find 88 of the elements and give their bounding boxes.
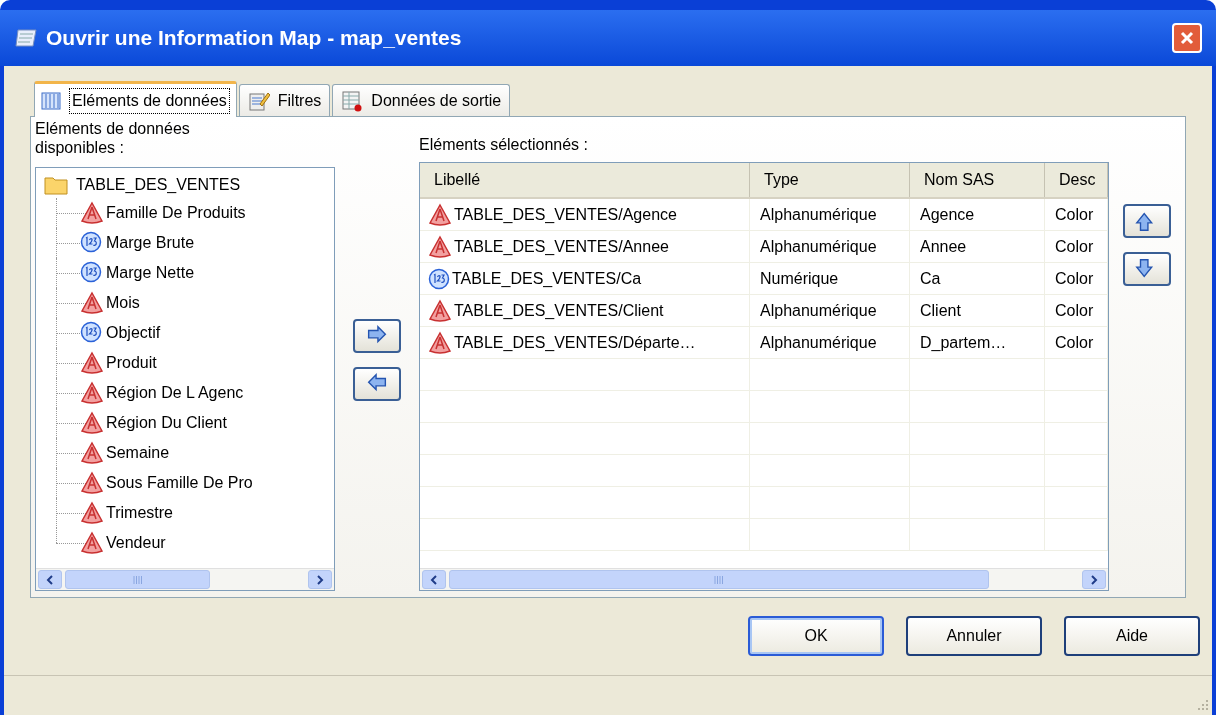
- triangle-icon: [80, 441, 104, 465]
- selected-items-label: Eléments sélectionnés :: [419, 135, 589, 155]
- table-cell: Alphanumérique: [750, 295, 910, 326]
- available-items-label: Eléments de données disponibles :: [35, 119, 191, 158]
- column-header[interactable]: Desc: [1045, 163, 1108, 197]
- tree-item[interactable]: TABLE_DES_VENTES: [76, 173, 241, 197]
- triangle-icon: [80, 411, 104, 435]
- table-cell: Client: [910, 295, 1045, 326]
- down-arrow-button[interactable]: [1123, 252, 1171, 286]
- folder-icon: [44, 175, 68, 195]
- columns-icon: [41, 91, 61, 110]
- tree-item[interactable]: Marge Brute: [106, 231, 195, 255]
- scroll-right-button[interactable]: [308, 570, 332, 589]
- table-cell: Agence: [910, 199, 1045, 230]
- tree-item[interactable]: Marge Nette: [106, 261, 195, 285]
- triangle-icon: [80, 531, 104, 555]
- numeric-circle-icon: [428, 267, 450, 290]
- table-dot-icon: [341, 89, 364, 112]
- horizontal-scrollbar[interactable]: [36, 568, 334, 590]
- table-cell: Annee: [910, 231, 1045, 262]
- triangle-icon: [80, 351, 104, 375]
- table-cell: Color: [1045, 231, 1108, 262]
- column-header[interactable]: Nom SAS: [910, 163, 1045, 197]
- triangle-icon: [80, 471, 104, 495]
- right-arrow-button[interactable]: [353, 319, 401, 353]
- table-cell: D_partem…: [910, 327, 1045, 358]
- triangle-icon: [428, 330, 452, 355]
- table-cell: Alphanumérique: [750, 199, 910, 230]
- resize-grip-icon: [1195, 698, 1209, 712]
- tree-item[interactable]: Produit: [106, 351, 157, 375]
- scroll-thumb[interactable]: [65, 570, 210, 589]
- table-cell: TABLE_DES_VENTES/Annee: [420, 231, 750, 262]
- dialog-button[interactable]: Aide: [1064, 616, 1200, 656]
- left-arrow-button[interactable]: [353, 367, 401, 401]
- triangle-icon: [428, 234, 452, 259]
- numeric-circle-icon: [80, 231, 102, 253]
- table-cell: Color: [1045, 199, 1108, 230]
- tree-item[interactable]: Région Du Client: [106, 411, 227, 435]
- table-cell: TABLE_DES_VENTES/Client: [420, 295, 750, 326]
- tab[interactable]: Eléments de données: [34, 81, 237, 117]
- table-cell: Numérique: [750, 263, 910, 294]
- tree-item[interactable]: Vendeur: [106, 531, 166, 555]
- table-cell: Color: [1045, 263, 1108, 294]
- triangle-icon: [428, 202, 452, 227]
- tree-item[interactable]: Trimestre: [106, 501, 173, 525]
- tree-item[interactable]: Famille De Produits: [106, 201, 246, 225]
- scroll-right-button[interactable]: [1082, 570, 1106, 589]
- column-header[interactable]: Libellé: [420, 163, 750, 197]
- scroll-left-button[interactable]: [422, 570, 446, 589]
- tree-item[interactable]: Objectif: [106, 321, 161, 345]
- close-icon: [1179, 30, 1195, 46]
- numeric-circle-icon: [80, 261, 102, 283]
- dialog-button[interactable]: Annuler: [906, 616, 1042, 656]
- table-cell: TABLE_DES_VENTES/Départe…: [420, 327, 750, 358]
- triangle-icon: [428, 298, 452, 323]
- tree-item[interactable]: Région De L Agenc: [106, 381, 244, 405]
- triangle-icon: [80, 501, 104, 525]
- numeric-circle-icon: [80, 321, 102, 343]
- triangle-icon: [80, 201, 104, 225]
- right-chevron-icon: [1090, 574, 1098, 585]
- grip-icon: [132, 575, 143, 584]
- right-chevron-icon: [316, 574, 324, 585]
- tree-item[interactable]: Mois: [106, 291, 140, 315]
- tree-item[interactable]: Semaine: [106, 441, 170, 465]
- triangle-icon: [80, 291, 104, 315]
- window-icon: [14, 27, 38, 49]
- grip-icon: [714, 575, 724, 584]
- window-title: Ouvrir une Information Map - map_ventes: [46, 25, 463, 52]
- close-button[interactable]: [1172, 23, 1202, 53]
- left-chevron-icon: [46, 574, 54, 585]
- table-cell: Ca: [910, 263, 1045, 294]
- table-cell: Alphanumérique: [750, 231, 910, 262]
- table-cell: Alphanumérique: [750, 327, 910, 358]
- table-cell: TABLE_DES_VENTES/Ca: [420, 263, 750, 294]
- table-cell: Color: [1045, 295, 1108, 326]
- triangle-icon: [80, 381, 104, 405]
- dialog-button[interactable]: OK: [748, 616, 884, 656]
- up-arrow-button[interactable]: [1123, 204, 1171, 238]
- tab[interactable]: Données de sortie: [332, 84, 511, 116]
- scroll-thumb[interactable]: [449, 570, 989, 589]
- tab[interactable]: Filtres: [238, 84, 331, 116]
- column-header[interactable]: Type: [750, 163, 910, 197]
- horizontal-scrollbar[interactable]: [420, 568, 1108, 590]
- left-chevron-icon: [430, 574, 438, 585]
- table-cell: TABLE_DES_VENTES/Agence: [420, 199, 750, 230]
- tree-item[interactable]: Sous Famille De Pro: [106, 471, 253, 495]
- table-cell: Color: [1045, 327, 1108, 358]
- scroll-left-button[interactable]: [38, 570, 62, 589]
